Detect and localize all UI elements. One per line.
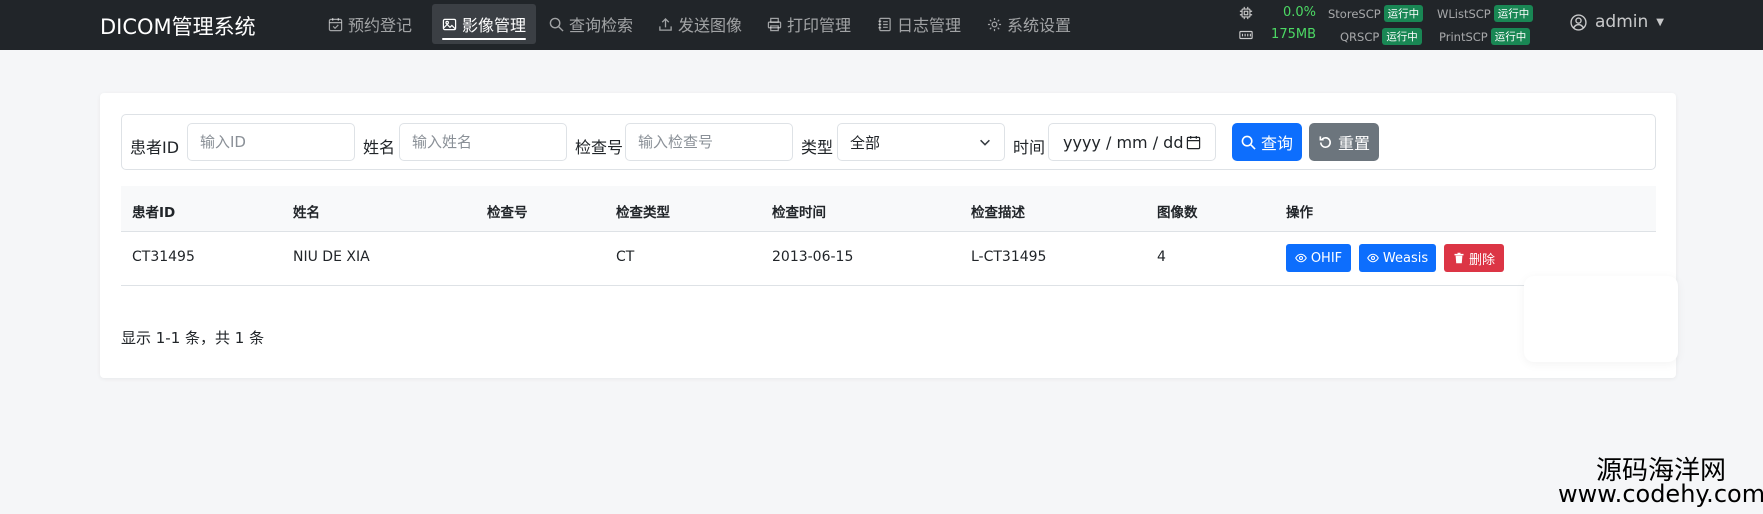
cell-patient-id: CT31495	[132, 249, 195, 265]
cell-description: L-CT31495	[971, 249, 1047, 265]
search-button[interactable]: 查询	[1232, 123, 1302, 161]
weasis-button-label: Weasis	[1382, 250, 1429, 266]
type-select-value: 全部	[850, 133, 881, 152]
type-select[interactable]: 全部	[837, 123, 1005, 161]
nav-item-image-management[interactable]: 影像管理	[432, 4, 537, 44]
nav-label: 查询检索	[569, 16, 634, 35]
toast-placeholder	[1524, 276, 1678, 362]
date-placeholder: yyyy / mm / dd	[1063, 132, 1184, 152]
nav-label: 日志管理	[897, 16, 962, 35]
service-wlistscp: WListSCP 运行中	[1437, 5, 1534, 22]
exam-no-input[interactable]	[625, 123, 793, 161]
col-image-count[interactable]: 图像数	[1157, 201, 1198, 221]
cell-exam-type: CT	[616, 249, 635, 265]
ohif-view-button[interactable]: OHIF	[1286, 244, 1351, 272]
caret-down-icon: ▼	[1656, 16, 1664, 28]
nav-item-print[interactable]: 打印管理	[757, 4, 861, 44]
search-icon	[1241, 135, 1256, 150]
table-row[interactable]: CT31495 NIU DE XIA CT 2013-06-15 L-CT314…	[121, 232, 1656, 286]
search-icon	[549, 17, 564, 32]
memory-icon	[1239, 30, 1253, 40]
service-name: PrintSCP	[1439, 30, 1488, 44]
exam-no-label: 检查号	[575, 138, 624, 157]
status-badge: 运行中	[1490, 28, 1531, 45]
search-button-label: 查询	[1260, 134, 1293, 153]
service-name: WListSCP	[1437, 7, 1491, 21]
nav-label: 影像管理	[462, 16, 527, 35]
trash-icon	[1454, 252, 1464, 264]
reset-icon	[1319, 135, 1331, 148]
status-badge: 运行中	[1383, 5, 1424, 22]
eye-icon	[1294, 253, 1307, 263]
type-label: 类型	[801, 138, 834, 157]
delete-button[interactable]: 删除	[1444, 244, 1504, 272]
nav-item-appointment[interactable]: 预约登记	[318, 4, 422, 44]
image-management-card: 患者ID 姓名 检查号 类型 全部 时间 yyyy / mm / dd 查询 重…	[100, 93, 1676, 378]
col-patient-id[interactable]: 患者ID	[132, 201, 175, 221]
reset-button-label: 重置	[1337, 134, 1370, 153]
time-label: 时间	[1013, 138, 1046, 157]
chevron-down-icon	[980, 139, 990, 146]
status-badge: 运行中	[1382, 28, 1422, 45]
nav-label: 预约登记	[348, 16, 413, 35]
reset-button[interactable]: 重置	[1309, 123, 1379, 161]
service-name: QRSCP	[1340, 30, 1380, 44]
pagination-summary: 显示 1-1 条，共 1 条	[121, 329, 265, 347]
gear-icon	[987, 17, 1002, 31]
nav-item-settings[interactable]: 系统设置	[977, 4, 1081, 44]
cpu-usage-value: 0.0%	[1282, 5, 1316, 20]
username: admin	[1595, 12, 1649, 32]
cpu-icon	[1239, 6, 1253, 20]
nav-label: 打印管理	[787, 16, 852, 35]
upload-icon	[659, 17, 672, 31]
calendar-icon[interactable]	[1186, 135, 1201, 150]
cell-exam-time: 2013-06-15	[772, 249, 854, 265]
memory-usage-value: 175MB	[1271, 27, 1316, 42]
name-input[interactable]	[399, 123, 567, 161]
weasis-view-button[interactable]: Weasis	[1359, 244, 1436, 272]
app-brand[interactable]: DICOM管理系统	[100, 11, 256, 41]
eye-icon	[1367, 253, 1379, 263]
cell-name: NIU DE XIA	[293, 249, 370, 265]
service-name: StoreSCP	[1328, 7, 1381, 21]
printer-icon	[767, 17, 782, 31]
filter-bar: 患者ID 姓名 检查号 类型 全部 时间 yyyy / mm / dd 查询 重…	[121, 114, 1656, 170]
calendar-check-icon	[328, 17, 343, 31]
nav-label: 系统设置	[1007, 16, 1072, 35]
col-name[interactable]: 姓名	[293, 201, 320, 221]
image-icon	[442, 18, 457, 30]
nav-item-logs[interactable]: 日志管理	[867, 4, 971, 44]
table-header: 患者ID 姓名 检查号 检查类型 检查时间 检查描述 图像数 操作	[121, 186, 1656, 232]
col-exam-time[interactable]: 检查时间	[772, 201, 826, 221]
nav-item-query[interactable]: 查询检索	[539, 4, 643, 44]
delete-button-label: 删除	[1468, 252, 1495, 268]
journal-icon	[878, 17, 891, 31]
status-badge: 运行中	[1493, 5, 1534, 22]
top-navbar: DICOM管理系统 预约登记 影像管理 查询检索 发送图像 打印管理 日志管理 …	[0, 0, 1763, 50]
watermark-url: www.codehy.com	[1558, 480, 1763, 508]
col-actions: 操作	[1286, 205, 1313, 221]
service-storescp: StoreSCP 运行中	[1328, 5, 1424, 22]
patient-id-label: 患者ID	[130, 138, 180, 157]
cell-image-count: 4	[1157, 249, 1166, 265]
service-qrscp: QRSCP 运行中	[1340, 28, 1422, 45]
ohif-button-label: OHIF	[1310, 250, 1343, 266]
nav-label: 发送图像	[678, 16, 743, 35]
col-description[interactable]: 检查描述	[971, 201, 1025, 221]
service-printscp: PrintSCP 运行中	[1439, 28, 1531, 45]
col-exam-type[interactable]: 检查类型	[616, 201, 670, 221]
date-input[interactable]: yyyy / mm / dd	[1048, 123, 1216, 161]
col-exam-no[interactable]: 检查号	[487, 201, 528, 221]
user-circle-icon	[1570, 13, 1587, 31]
nav-item-send[interactable]: 发送图像	[648, 4, 752, 44]
user-menu[interactable]: admin ▼	[1570, 12, 1664, 32]
name-label: 姓名	[363, 138, 396, 157]
patient-id-input[interactable]	[187, 123, 355, 161]
